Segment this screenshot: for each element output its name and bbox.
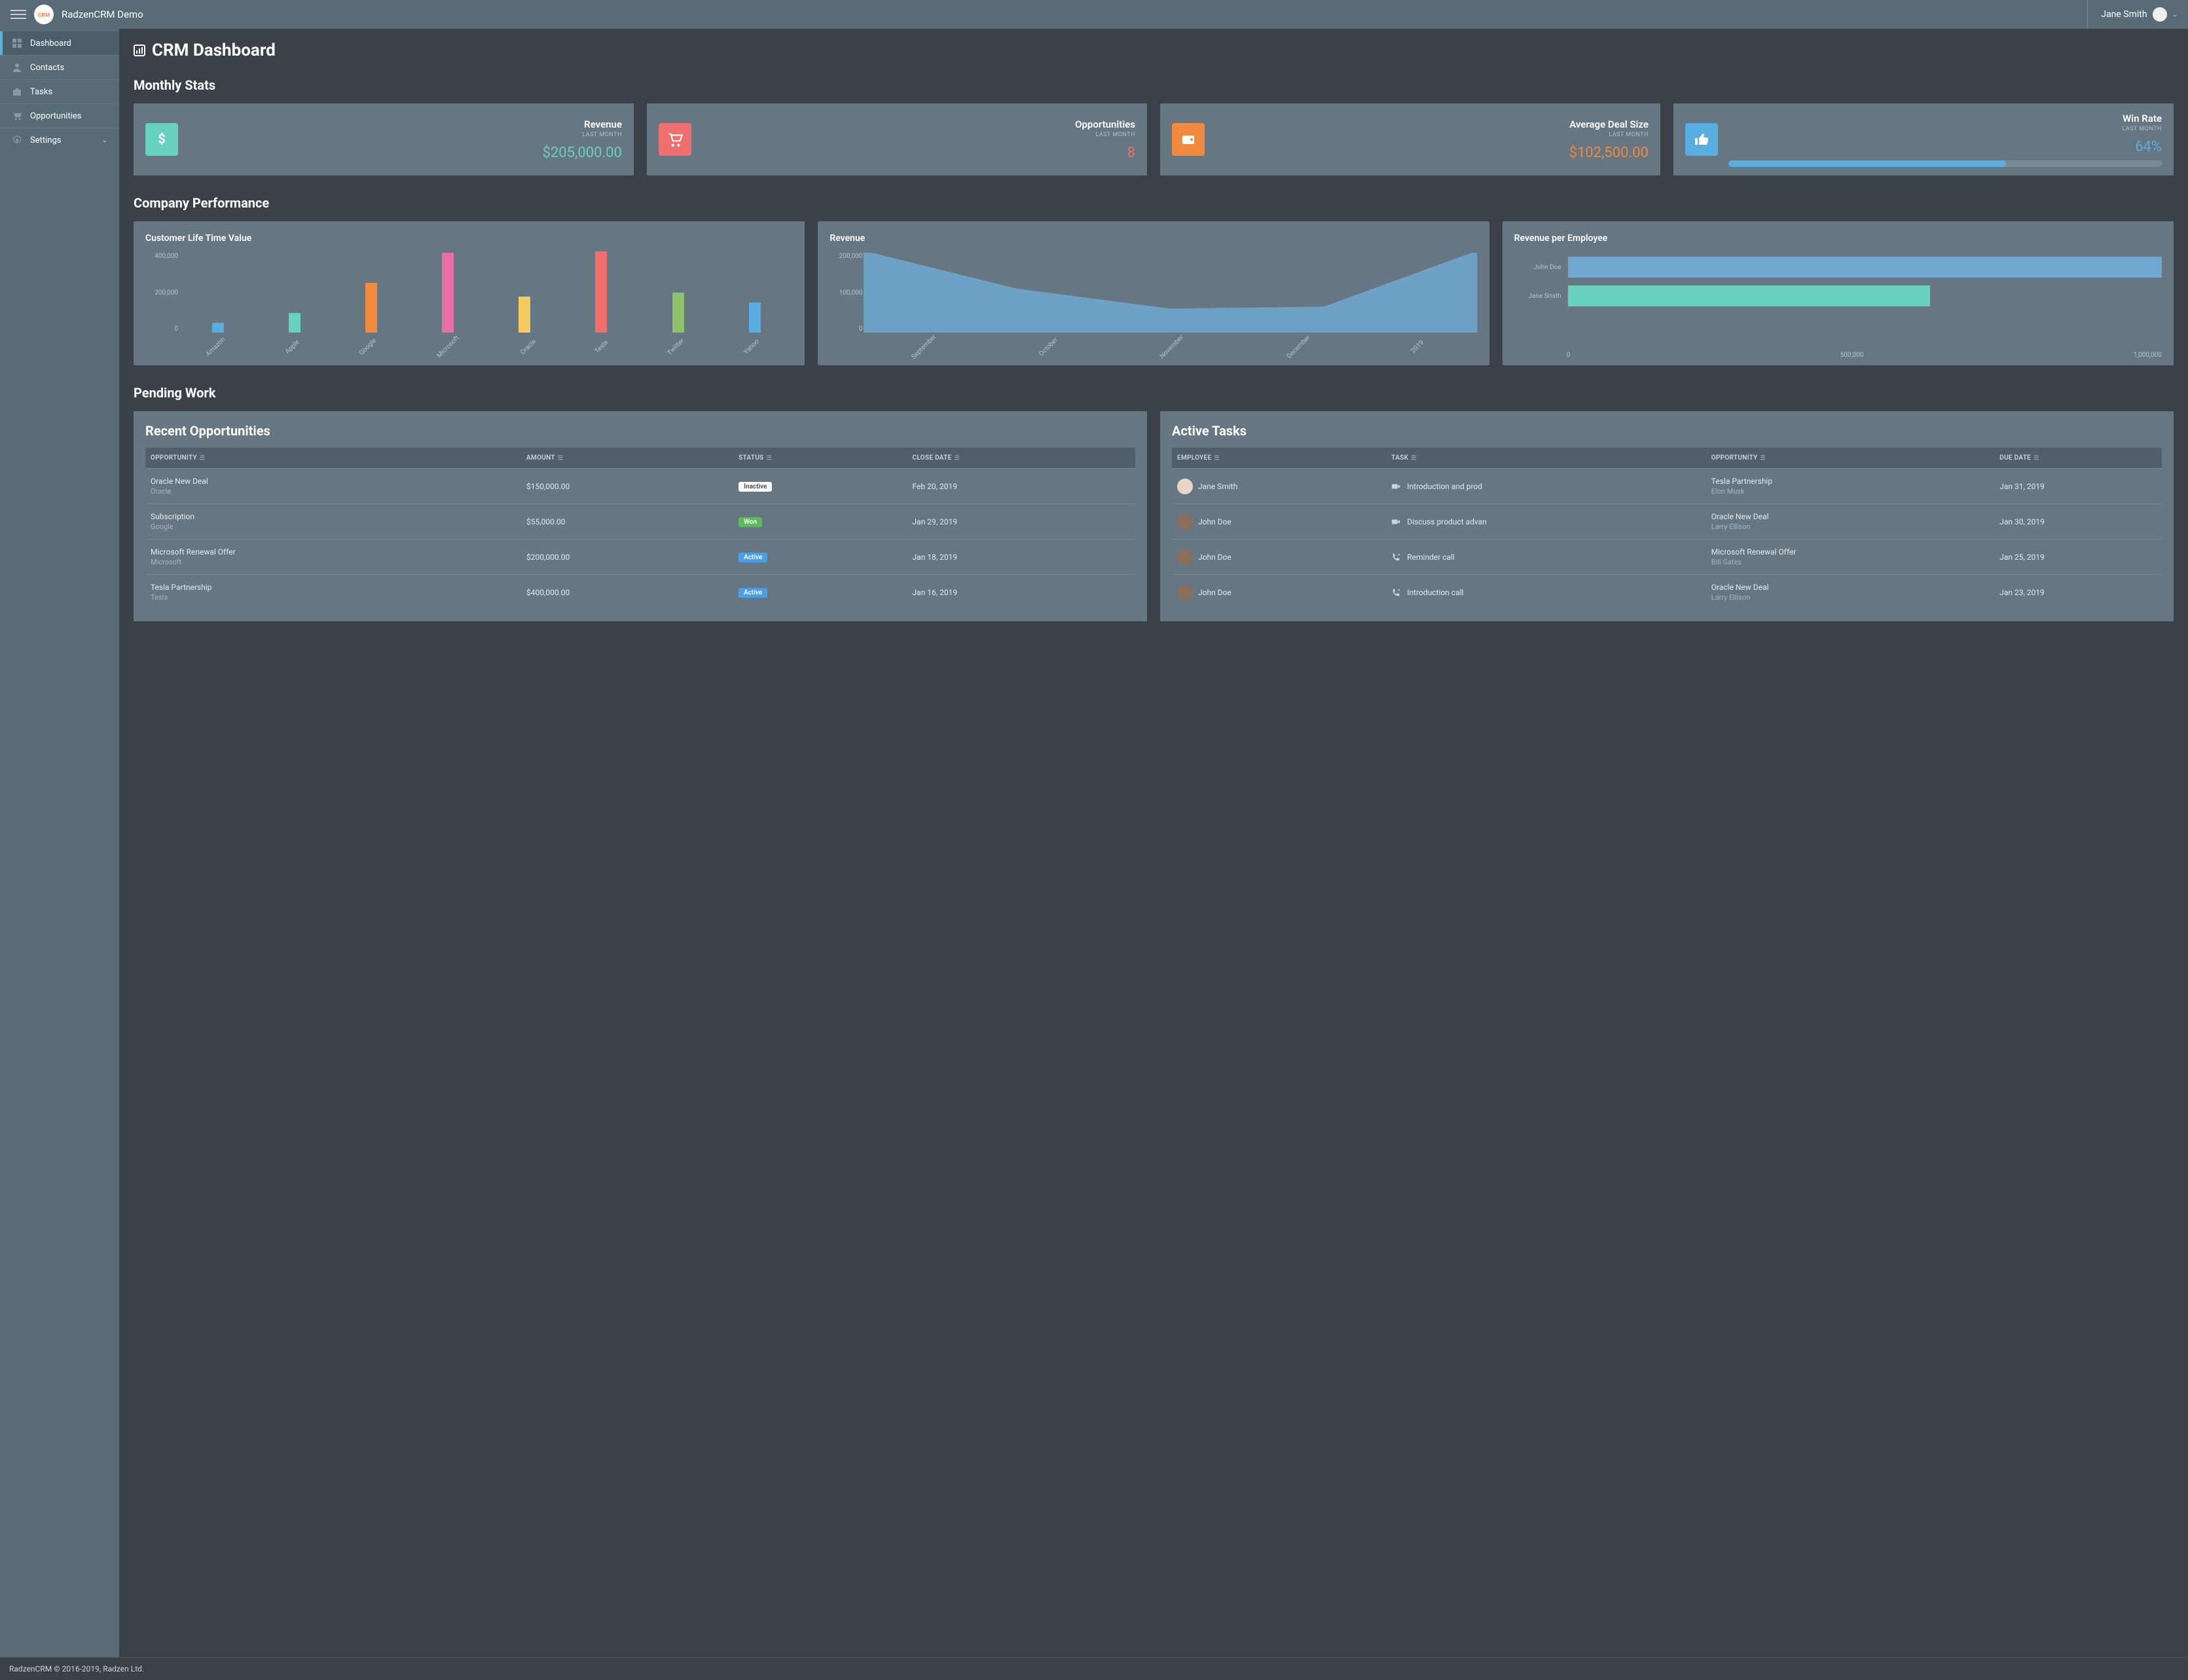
topbar: CRM RadzenCRM Demo Jane Smith ⌄ xyxy=(0,0,2188,29)
cart-icon xyxy=(12,111,22,121)
chevron-down-icon: ⌄ xyxy=(102,137,107,144)
status-badge: Inactive xyxy=(738,482,772,492)
section-title: Pending Work xyxy=(134,385,2174,401)
pending-row: Recent Opportunities OPPORTUNITY☰AMOUNT☰… xyxy=(134,411,2174,621)
tasks-table: EMPLOYEE☰TASK☰OPPORTUNITY☰DUE DATE☰ Jane… xyxy=(1172,448,2162,610)
avatar-icon xyxy=(1177,514,1193,530)
sort-icon: ☰ xyxy=(955,455,960,462)
stat-card-revenue: $RevenueLAST MONTH$205,000.00 xyxy=(134,103,634,175)
phone-icon xyxy=(1391,553,1402,562)
sort-icon: ☰ xyxy=(767,455,772,462)
video-icon xyxy=(1391,482,1402,491)
contacts-icon xyxy=(12,62,22,73)
thumb-icon xyxy=(1685,123,1718,156)
table-row[interactable]: John DoeReminder callMicrosoft Renewal O… xyxy=(1172,539,2162,575)
bar xyxy=(672,293,684,333)
avatar-icon xyxy=(1177,479,1193,494)
column-header[interactable]: OPPORTUNITY☰ xyxy=(145,448,521,469)
gear-icon xyxy=(12,135,22,145)
stat-card-win-rate: Win RateLAST MONTH64% xyxy=(1673,103,2174,175)
bar xyxy=(595,251,607,333)
opportunities-card: Recent Opportunities OPPORTUNITY☰AMOUNT☰… xyxy=(134,411,1147,621)
nav-item-dashboard[interactable]: Dashboard xyxy=(0,31,119,55)
avatar-icon xyxy=(1177,549,1193,565)
sort-icon: ☰ xyxy=(2033,455,2039,462)
tasks-card: Active Tasks EMPLOYEE☰TASK☰OPPORTUNITY☰D… xyxy=(1160,411,2174,621)
charts-row: Customer Life Time Value 400,000200,0000… xyxy=(134,221,2174,365)
table-row[interactable]: SubscriptionGoogle$55,000.00WonJan 29, 2… xyxy=(145,504,1135,539)
column-header[interactable]: EMPLOYEE☰ xyxy=(1172,448,1386,469)
column-header[interactable]: OPPORTUNITY☰ xyxy=(1706,448,1994,469)
app-title: RadzenCRM Demo xyxy=(62,9,143,20)
revenue-chart: Revenue 200,000100,0000 SeptemberOctober… xyxy=(818,221,1489,365)
bar xyxy=(1568,257,2162,278)
video-icon xyxy=(1391,517,1402,526)
wallet-icon xyxy=(1172,123,1205,156)
footer: RadzenCRM © 2016-2019, Radzen Ltd. xyxy=(0,1657,2188,1680)
avatar-icon xyxy=(2153,7,2167,22)
stats-row: $RevenueLAST MONTH$205,000.00Opportuniti… xyxy=(134,103,2174,175)
cltv-chart: Customer Life Time Value 400,000200,0000… xyxy=(134,221,805,365)
table-row[interactable]: Microsoft Renewal OfferMicrosoft$200,000… xyxy=(145,539,1135,575)
sort-icon: ☰ xyxy=(200,455,205,462)
column-header[interactable]: DUE DATE☰ xyxy=(1994,448,2162,469)
status-badge: Active xyxy=(738,553,767,562)
bar xyxy=(1568,285,1930,306)
bar xyxy=(749,302,761,333)
page-title: CRM Dashboard xyxy=(134,41,2174,60)
hamburger-icon[interactable] xyxy=(10,7,26,22)
bar xyxy=(289,313,301,333)
chart-icon xyxy=(134,45,145,56)
bar xyxy=(365,283,377,333)
avatar-icon xyxy=(1177,585,1193,600)
nav-item-settings[interactable]: Settings⌄ xyxy=(0,128,119,152)
nav-item-contacts[interactable]: Contacts xyxy=(0,55,119,79)
table-row[interactable]: John DoeDiscuss product advanOracle New … xyxy=(1172,504,2162,539)
svg-text:CRM: CRM xyxy=(38,12,50,18)
sort-icon: ☰ xyxy=(1760,455,1766,462)
bar xyxy=(442,253,454,333)
user-name: Jane Smith xyxy=(2101,9,2147,20)
dashboard-icon xyxy=(12,38,22,48)
section-title: Company Performance xyxy=(134,195,2174,211)
column-header[interactable]: STATUS☰ xyxy=(733,448,907,469)
column-header[interactable]: TASK☰ xyxy=(1386,448,1706,469)
nav-item-opportunities[interactable]: Opportunities xyxy=(0,103,119,128)
bar xyxy=(212,323,224,333)
stat-card-opportunities: OpportunitiesLAST MONTH8 xyxy=(647,103,1147,175)
stat-card-average-deal-size: Average Deal SizeLAST MONTH$102,500.00 xyxy=(1160,103,1660,175)
main-content: CRM Dashboard Monthly Stats $RevenueLAST… xyxy=(119,29,2188,1657)
cart-icon xyxy=(659,123,691,156)
dollar-icon: $ xyxy=(145,123,178,156)
opportunities-table: OPPORTUNITY☰AMOUNT☰STATUS☰CLOSE DATE☰ Or… xyxy=(145,448,1135,610)
sort-icon: ☰ xyxy=(1214,455,1219,462)
app-logo: CRM xyxy=(34,5,54,24)
section-title: Monthly Stats xyxy=(134,77,2174,93)
sort-icon: ☰ xyxy=(558,455,563,462)
rpe-chart: Revenue per Employee John DoeJane Smith … xyxy=(1503,221,2174,365)
sidebar: DashboardContactsTasksOpportunitiesSetti… xyxy=(0,29,119,1657)
status-badge: Active xyxy=(738,588,767,598)
chevron-down-icon: ⌄ xyxy=(2172,11,2178,18)
table-row[interactable]: Jane SmithIntroduction and prodTesla Par… xyxy=(1172,469,2162,504)
progress-bar xyxy=(1728,160,2162,167)
nav-item-tasks[interactable]: Tasks xyxy=(0,79,119,103)
table-row[interactable]: John DoeIntroduction callOracle New Deal… xyxy=(1172,575,2162,610)
user-menu[interactable]: Jane Smith ⌄ xyxy=(2087,0,2178,29)
phone-icon xyxy=(1391,588,1402,597)
table-row[interactable]: Tesla PartnershipTesla$400,000.00ActiveJ… xyxy=(145,575,1135,610)
svg-text:$: $ xyxy=(158,132,165,147)
bar xyxy=(519,297,530,333)
sort-icon: ☰ xyxy=(1411,455,1416,462)
table-row[interactable]: Oracle New DealOracle$150,000.00Inactive… xyxy=(145,469,1135,504)
column-header[interactable]: CLOSE DATE☰ xyxy=(907,448,1135,469)
status-badge: Won xyxy=(738,517,762,527)
tasks-icon xyxy=(12,86,22,97)
column-header[interactable]: AMOUNT☰ xyxy=(521,448,733,469)
